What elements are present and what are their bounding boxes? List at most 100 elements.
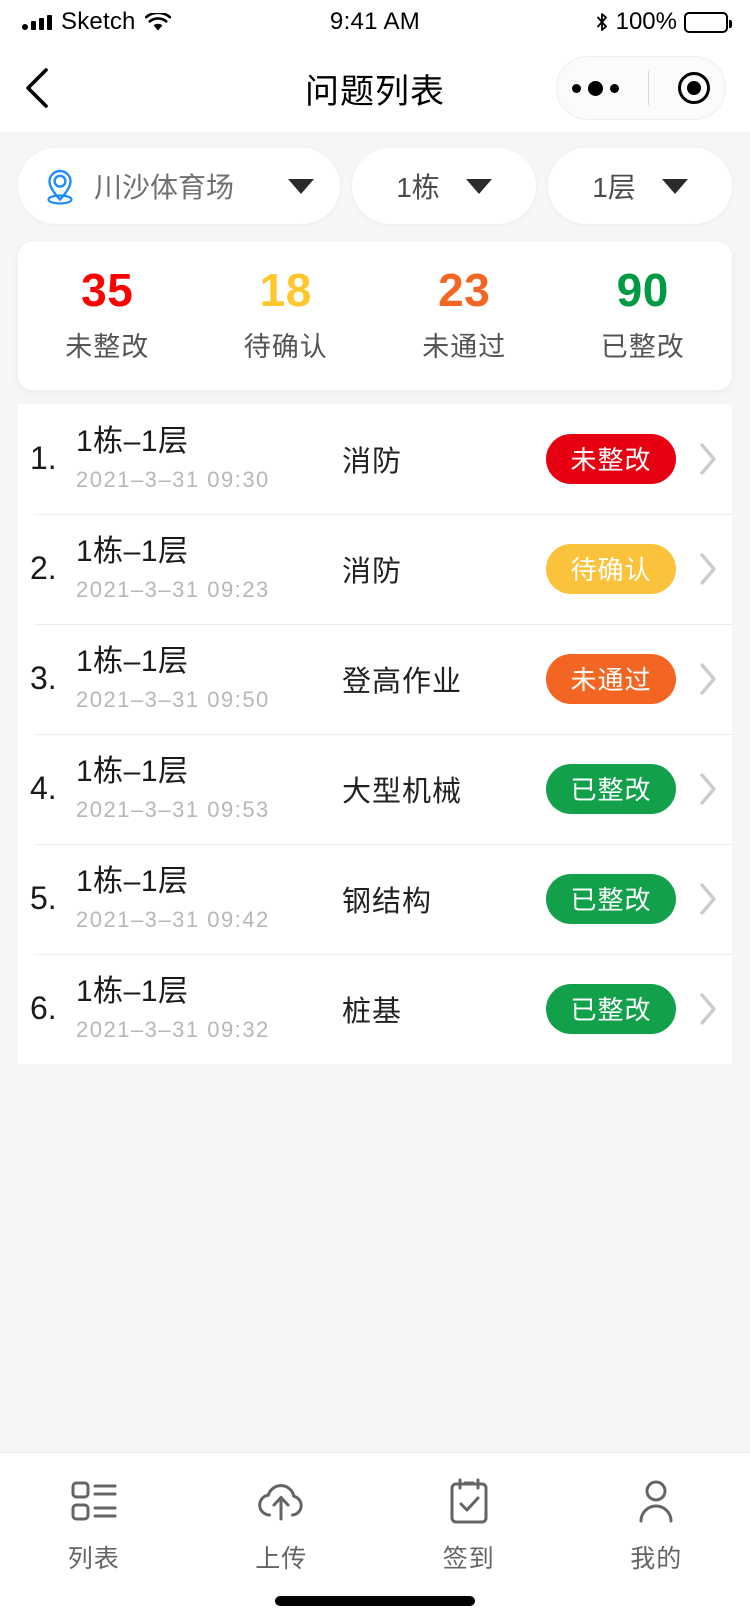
tab-profile[interactable]: 我的 [563, 1475, 750, 1575]
table-row[interactable]: 1. 1栋–1层 2021–3–31 09:30 消防 未整改 [18, 404, 732, 514]
stat-unrectified[interactable]: 35 未整改 [18, 264, 197, 364]
chevron-right-icon[interactable] [698, 882, 718, 916]
tab-label: 列表 [68, 1539, 120, 1575]
row-title: 1栋–1层 [76, 865, 326, 898]
stat-value: 90 [554, 264, 733, 317]
row-main: 1栋–1层 2021–3–31 09:23 [76, 535, 326, 603]
stat-not-passed[interactable]: 23 未通过 [375, 264, 554, 364]
row-title: 1栋–1层 [76, 535, 326, 568]
chevron-left-icon [24, 66, 50, 110]
row-category: 登高作业 [326, 658, 546, 700]
tab-list[interactable]: 列表 [0, 1475, 188, 1575]
row-index: 6. [30, 990, 76, 1027]
stats-card: 35 未整改 18 待确认 23 未通过 90 已整改 [18, 242, 732, 390]
stat-value: 18 [197, 264, 376, 317]
filter-building[interactable]: 1栋 [352, 148, 536, 224]
chevron-down-icon[interactable] [662, 179, 688, 194]
filter-floor-label: 1层 [592, 166, 636, 206]
row-title: 1栋–1层 [76, 425, 326, 458]
battery-icon [684, 12, 728, 33]
chevron-right-icon[interactable] [698, 442, 718, 476]
row-index: 3. [30, 660, 76, 697]
status-bar-right: 100% [595, 8, 728, 36]
chevron-right-icon[interactable] [698, 552, 718, 586]
back-button[interactable] [24, 63, 74, 113]
list-icon [71, 1475, 117, 1527]
tab-bar: 列表 上传 签到 [0, 1452, 750, 1624]
filter-site-label: 川沙体育场 [94, 166, 234, 206]
target-circle-icon[interactable] [678, 72, 710, 104]
wechat-capsule[interactable] [556, 56, 726, 120]
row-main: 1栋–1层 2021–3–31 09:30 [76, 425, 326, 493]
row-index: 5. [30, 880, 76, 917]
issue-list: 1. 1栋–1层 2021–3–31 09:30 消防 未整改 2. 1栋–1层… [18, 404, 732, 1064]
stat-label: 待确认 [197, 325, 376, 364]
row-timestamp: 2021–3–31 09:30 [76, 467, 326, 493]
filter-site[interactable]: 川沙体育场 [18, 148, 340, 224]
row-title: 1栋–1层 [76, 755, 326, 788]
row-main: 1栋–1层 2021–3–31 09:32 [76, 975, 326, 1043]
table-row[interactable]: 5. 1栋–1层 2021–3–31 09:42 钢结构 已整改 [18, 844, 732, 954]
table-row[interactable]: 2. 1栋–1层 2021–3–31 09:23 消防 待确认 [18, 514, 732, 624]
nav-bar: 问题列表 [0, 44, 750, 132]
status-badge: 待确认 [546, 544, 676, 594]
tab-label: 上传 [255, 1539, 307, 1575]
filter-building-label: 1栋 [396, 166, 440, 206]
filter-floor[interactable]: 1层 [548, 148, 732, 224]
status-badge: 未整改 [546, 434, 676, 484]
row-timestamp: 2021–3–31 09:42 [76, 907, 326, 933]
row-category: 桩基 [326, 988, 546, 1030]
status-badge: 未通过 [546, 654, 676, 704]
row-index: 1. [30, 440, 76, 477]
row-category: 消防 [326, 548, 546, 590]
chevron-down-icon[interactable] [288, 179, 314, 194]
status-badge: 已整改 [546, 874, 676, 924]
location-pin-icon [40, 164, 80, 208]
tab-checkin[interactable]: 签到 [375, 1475, 563, 1575]
battery-percent-label: 100% [616, 8, 677, 36]
tab-label: 签到 [443, 1539, 495, 1575]
row-main: 1栋–1层 2021–3–31 09:50 [76, 645, 326, 713]
stat-value: 35 [18, 264, 197, 317]
row-timestamp: 2021–3–31 09:53 [76, 797, 326, 823]
table-row[interactable]: 3. 1栋–1层 2021–3–31 09:50 登高作业 未通过 [18, 624, 732, 734]
row-timestamp: 2021–3–31 09:23 [76, 577, 326, 603]
stat-value: 23 [375, 264, 554, 317]
row-title: 1栋–1层 [76, 645, 326, 678]
stat-rectified[interactable]: 90 已整改 [554, 264, 733, 364]
row-category: 大型机械 [326, 768, 546, 810]
status-bar: Sketch 9:41 AM 100% [0, 0, 750, 44]
table-row[interactable]: 4. 1栋–1层 2021–3–31 09:53 大型机械 已整改 [18, 734, 732, 844]
table-row[interactable]: 6. 1栋–1层 2021–3–31 09:32 桩基 已整改 [18, 954, 732, 1064]
stat-pending-confirm[interactable]: 18 待确认 [197, 264, 376, 364]
home-indicator [275, 1596, 475, 1606]
stat-label: 未整改 [18, 325, 197, 364]
tab-upload[interactable]: 上传 [188, 1475, 376, 1575]
person-icon [636, 1475, 676, 1527]
content-spacer [0, 1064, 750, 1452]
capsule-divider [648, 71, 649, 105]
phone-screen: Sketch 9:41 AM 100% [0, 0, 750, 1624]
bluetooth-icon [595, 12, 609, 32]
row-timestamp: 2021–3–31 09:32 [76, 1017, 326, 1043]
chevron-right-icon[interactable] [698, 662, 718, 696]
stat-label: 已整改 [554, 325, 733, 364]
filter-bar: 川沙体育场 1栋 1层 [0, 132, 750, 242]
status-badge: 已整改 [546, 764, 676, 814]
row-category: 消防 [326, 438, 546, 480]
row-category: 钢结构 [326, 878, 546, 920]
stat-label: 未通过 [375, 325, 554, 364]
row-timestamp: 2021–3–31 09:50 [76, 687, 326, 713]
row-main: 1栋–1层 2021–3–31 09:42 [76, 865, 326, 933]
chevron-right-icon[interactable] [698, 992, 718, 1026]
row-index: 4. [30, 770, 76, 807]
status-badge: 已整改 [546, 984, 676, 1034]
chevron-right-icon[interactable] [698, 772, 718, 806]
row-title: 1栋–1层 [76, 975, 326, 1008]
cloud-upload-icon [254, 1475, 308, 1527]
chevron-down-icon[interactable] [466, 179, 492, 194]
more-dots-icon[interactable] [572, 81, 619, 96]
tab-label: 我的 [630, 1539, 682, 1575]
row-main: 1栋–1层 2021–3–31 09:53 [76, 755, 326, 823]
clipboard-check-icon [448, 1475, 490, 1527]
